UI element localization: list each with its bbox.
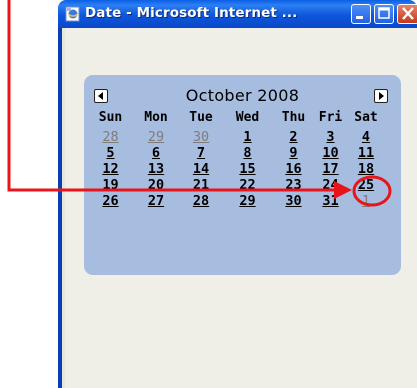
red-arrow-line bbox=[7, 0, 338, 192]
red-arrowhead bbox=[334, 181, 352, 199]
selected-date-circle bbox=[352, 175, 392, 207]
annotation-overlay bbox=[7, 0, 392, 207]
